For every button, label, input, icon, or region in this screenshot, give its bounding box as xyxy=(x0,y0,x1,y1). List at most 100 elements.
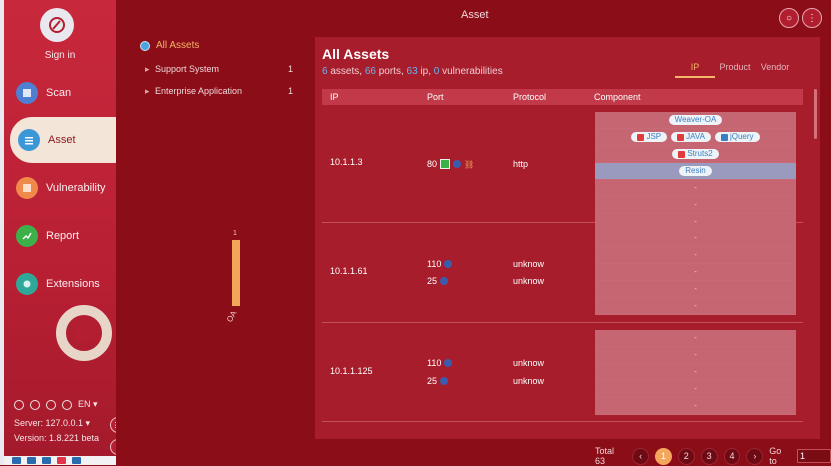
nav-item-label: Extensions xyxy=(46,278,100,290)
search-icon[interactable]: ○ xyxy=(779,8,799,28)
component-chip-jsp[interactable]: JSP xyxy=(631,132,668,142)
row-port: 25 xyxy=(427,276,449,286)
component-list: - - - - - xyxy=(595,230,796,315)
caret-right-icon: ▸ xyxy=(145,86,150,96)
page-button-2[interactable]: 2 xyxy=(677,447,695,465)
component-row: - xyxy=(595,180,796,197)
row-protocol: unknow xyxy=(513,358,545,368)
clock-icon[interactable] xyxy=(46,399,56,410)
component-row: - xyxy=(595,364,796,381)
struts2-icon xyxy=(678,150,686,158)
taskbar-app-icon[interactable] xyxy=(42,457,51,464)
port-detail-icon[interactable] xyxy=(444,260,453,268)
power-icon[interactable] xyxy=(14,399,24,410)
page-button-1[interactable]: 1 xyxy=(655,447,672,465)
service-status-icon xyxy=(440,159,451,169)
taskbar-app-icon[interactable] xyxy=(57,457,66,464)
logo-icon[interactable] xyxy=(40,8,74,42)
asset-summary: 6 assets, 66 ports, 63 ip, 0 vulnerabili… xyxy=(322,66,503,77)
server-select[interactable]: Server: 127.0.0.1 ▾ xyxy=(14,418,90,429)
component-chip-weaver-oa[interactable]: Weaver-OA xyxy=(668,115,723,125)
tab-vendor[interactable]: Vendor xyxy=(755,62,795,78)
page-button-4[interactable]: 4 xyxy=(723,447,741,465)
component-row: - xyxy=(595,264,796,281)
page-title: Asset xyxy=(461,9,489,21)
nav-item-label: Asset xyxy=(48,134,76,146)
tree-root-all-assets[interactable]: All Assets xyxy=(140,40,199,51)
nav-item-vulnerability[interactable]: Vulnerability xyxy=(8,165,116,211)
page-button-3[interactable]: 3 xyxy=(700,447,718,465)
component-chip-java[interactable]: JAVA xyxy=(671,132,711,142)
port-detail-icon[interactable] xyxy=(440,277,449,285)
row-port: 110 xyxy=(427,259,453,269)
component-list: - - - - - xyxy=(595,330,796,415)
row-protocol: unknow xyxy=(513,259,545,269)
info-icon[interactable] xyxy=(62,399,72,410)
vulnerability-icon xyxy=(16,177,38,199)
more-menu-icon[interactable]: ⋮ xyxy=(802,8,822,28)
component-row: Weaver-OA xyxy=(595,112,796,129)
nav-item-report[interactable]: Report xyxy=(8,213,116,259)
column-header-component[interactable]: Component xyxy=(594,92,641,102)
sign-in-link[interactable]: Sign in xyxy=(4,50,116,61)
tree-item-enterprise-application[interactable]: ▸ Enterprise Application 1 xyxy=(145,86,293,97)
component-row: - xyxy=(595,330,796,347)
component-chip-resin[interactable]: Resin xyxy=(679,166,712,176)
port-detail-icon[interactable] xyxy=(453,160,462,168)
port-detail-icon[interactable] xyxy=(440,377,449,385)
nav-item-scan[interactable]: Scan xyxy=(8,70,116,116)
report-icon xyxy=(16,225,38,247)
sidebar: Sign in Scan Asset Vulnerability Report … xyxy=(0,0,120,465)
component-list: Weaver-OA JSP JAVA jQuery Struts2 Resin … xyxy=(595,112,796,231)
component-row: - xyxy=(595,398,796,415)
nav-item-label: Scan xyxy=(46,87,72,99)
prev-page-button[interactable]: ‹ xyxy=(632,447,650,465)
taskbar-app-icon[interactable] xyxy=(27,457,36,464)
tree-item-support-system[interactable]: ▸ Support System 1 xyxy=(145,64,293,75)
tab-product[interactable]: Product xyxy=(715,62,755,78)
component-chip-jquery[interactable]: jQuery xyxy=(714,132,760,142)
component-row: - xyxy=(595,281,796,298)
view-tabs: IP Product Vendor xyxy=(675,62,795,78)
component-chip-struts2[interactable]: Struts2 xyxy=(672,149,719,159)
tree-root-icon xyxy=(140,40,150,51)
row-port: 25 xyxy=(427,376,449,386)
card-title: All Assets xyxy=(322,46,390,62)
component-row: - xyxy=(595,381,796,398)
tab-ip[interactable]: IP xyxy=(675,62,715,78)
decorative-dot xyxy=(74,323,94,343)
nav-item-extensions[interactable]: Extensions xyxy=(8,261,116,307)
goto-page-input[interactable] xyxy=(797,449,831,463)
component-row: Resin xyxy=(595,163,796,180)
footer-toolbar: EN ▾ xyxy=(14,399,98,410)
next-page-button[interactable]: › xyxy=(746,447,764,465)
column-header-port[interactable]: Port xyxy=(427,92,444,102)
component-row: - xyxy=(595,347,796,364)
component-row: JSP JAVA jQuery xyxy=(595,129,796,146)
column-header-ip[interactable]: IP xyxy=(330,92,339,102)
row-protocol: unknow xyxy=(513,376,545,386)
taskbar-app-icon[interactable] xyxy=(12,457,21,464)
caret-right-icon: ▸ xyxy=(145,64,150,74)
port-detail-icon[interactable] xyxy=(444,359,453,367)
version-label: Version: 1.8.221 beta xyxy=(14,433,100,443)
taskbar-app-icon[interactable] xyxy=(72,457,81,464)
total-count: Total 63 xyxy=(595,446,615,466)
component-row: Struts2 xyxy=(595,146,796,163)
row-port: 110 xyxy=(427,358,453,368)
nav-item-asset[interactable]: Asset xyxy=(10,117,120,163)
component-row: - xyxy=(595,247,796,264)
language-select[interactable]: EN ▾ xyxy=(78,399,98,410)
row-ip: 10.1.1.125 xyxy=(330,366,373,376)
row-ip: 10.1.1.3 xyxy=(330,157,363,167)
scan-icon xyxy=(16,82,38,104)
table-scrollbar[interactable] xyxy=(814,89,817,139)
extensions-icon xyxy=(16,273,38,295)
row-protocol: unknow xyxy=(513,276,545,286)
table-header: IP Port Protocol Component xyxy=(322,89,803,105)
java-icon xyxy=(677,133,685,141)
row-port: 80 ⛓ xyxy=(427,159,475,169)
link-icon[interactable]: ⛓ xyxy=(464,160,474,169)
column-header-protocol[interactable]: Protocol xyxy=(513,92,546,102)
settings-icon[interactable] xyxy=(30,399,40,410)
